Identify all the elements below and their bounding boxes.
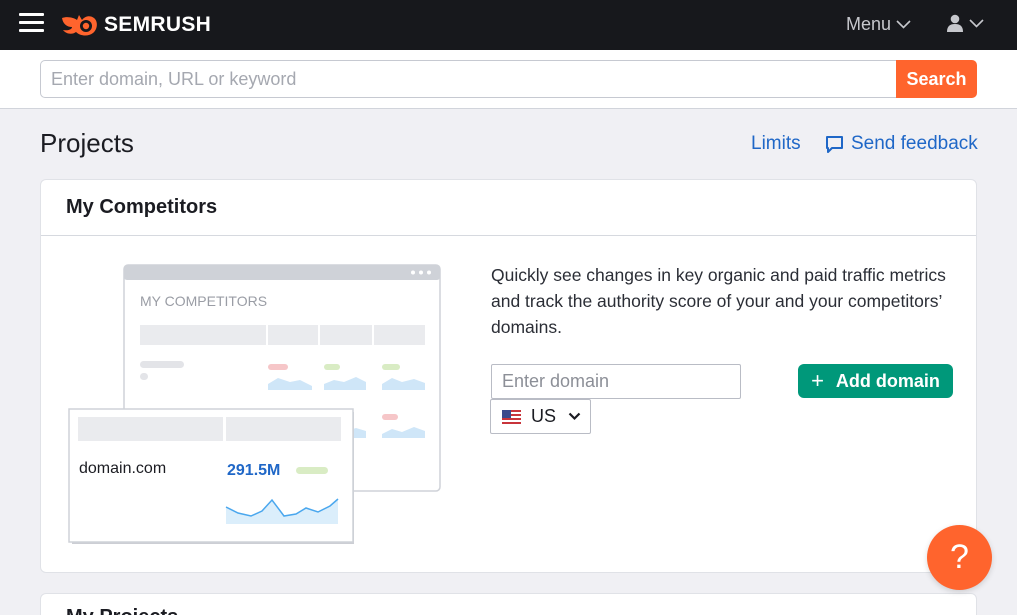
send-feedback-link[interactable]: Send feedback — [825, 133, 978, 155]
projects-card: My Projects — [40, 593, 977, 615]
user-icon — [947, 14, 963, 32]
illustration-header-label: MY COMPETITORS — [140, 293, 267, 309]
send-feedback-label: Send feedback — [851, 133, 978, 154]
competitors-illustration: MY COMPETITORS domain.com 291.5M — [68, 264, 441, 544]
plus-icon: + — [811, 368, 824, 393]
competitors-description: Quickly see changes in key organic and p… — [491, 265, 946, 337]
illustration-metric-value: 291.5M — [227, 462, 280, 479]
competitors-card-title: My Competitors — [41, 180, 976, 236]
add-domain-label: Add domain — [835, 370, 940, 391]
feedback-bubble-icon — [826, 135, 843, 153]
country-select[interactable]: US — [490, 399, 591, 434]
competitors-card: My Competitors MY COMPETITORS domain.com… — [40, 179, 977, 573]
help-button[interactable]: ? — [927, 525, 992, 590]
menu-label: Menu — [846, 14, 892, 34]
help-icon: ? — [950, 538, 969, 576]
hamburger-icon[interactable] — [19, 13, 44, 33]
page-title: Projects — [40, 128, 134, 158]
user-menu-button[interactable] — [946, 14, 984, 32]
chevron-down-icon — [896, 20, 911, 29]
semrush-logo[interactable]: SEMRUSH — [60, 12, 211, 38]
add-domain-button[interactable]: + Add domain — [798, 364, 953, 398]
country-code: US — [531, 406, 557, 426]
projects-card-title: My Projects — [66, 606, 178, 615]
menu-button[interactable]: Menu — [846, 14, 911, 35]
domain-input[interactable] — [491, 364, 741, 399]
search-bar: Search — [0, 50, 1017, 109]
us-flag-icon — [502, 409, 521, 424]
illustration-domain-label: domain.com — [79, 460, 166, 477]
semrush-flame-icon — [62, 15, 97, 36]
search-button[interactable]: Search — [896, 60, 977, 98]
limits-link[interactable]: Limits — [751, 133, 801, 155]
logo-text: SEMRUSH — [104, 13, 212, 36]
chevron-down-icon — [568, 412, 581, 421]
search-input[interactable] — [40, 60, 897, 98]
chevron-down-icon — [969, 18, 984, 28]
top-navbar: SEMRUSH Menu — [0, 0, 1017, 50]
